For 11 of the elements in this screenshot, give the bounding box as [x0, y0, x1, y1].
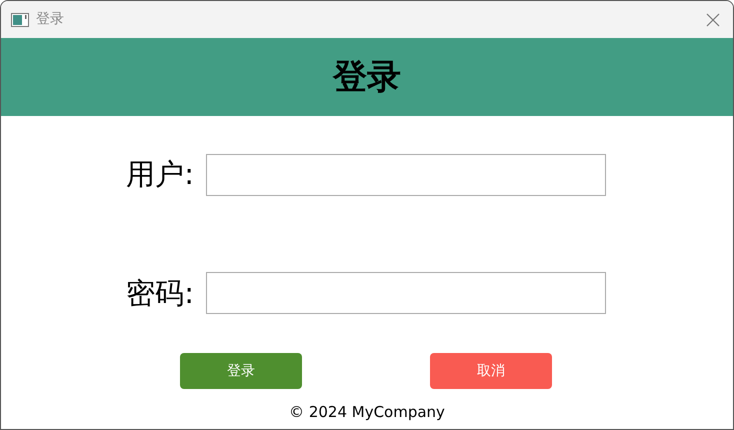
input-field[interactable]: [206, 272, 606, 314]
field-label: 密码:: [125, 274, 195, 312]
field-label: 用户:: [125, 156, 195, 193]
window-title: 登录: [36, 10, 64, 29]
login-button[interactable]: 登录: [180, 353, 302, 389]
close-icon[interactable]: [706, 12, 720, 26]
cancel-button[interactable]: 取消: [430, 353, 552, 389]
window-icon: [11, 12, 29, 26]
input-field[interactable]: [206, 154, 606, 196]
header-title: 登录: [333, 56, 401, 98]
copyright-text: © 2024 MyCompany: [289, 402, 445, 423]
